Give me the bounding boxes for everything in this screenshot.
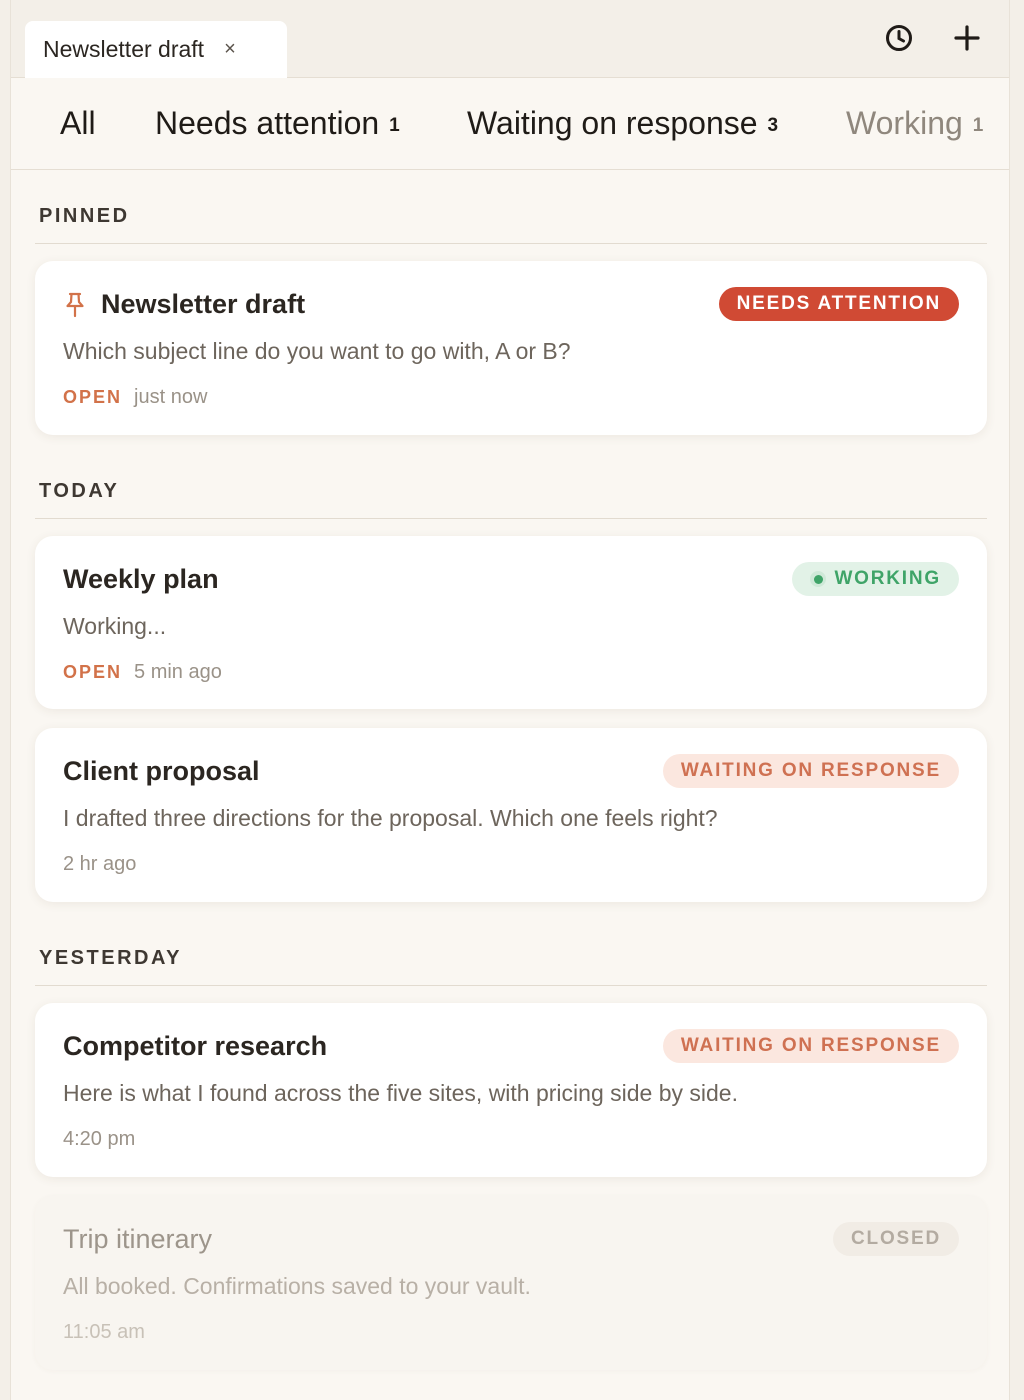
badge-label: WORKING <box>834 568 941 589</box>
section-title-pinned: PINNED <box>39 205 130 227</box>
filter-bar: All Needs attention 1 Waiting on response… <box>11 79 1009 170</box>
card-title-text: Competitor research <box>63 1031 328 1061</box>
card-preview: Here is what I found across the five sit… <box>63 1080 738 1106</box>
card-meta: 11:05 am <box>63 1321 145 1344</box>
open-label: OPEN <box>63 387 123 407</box>
conversation-card-newsletter-draft[interactable]: Newsletter draft NEEDS ATTENTION Which s… <box>35 261 987 435</box>
filter-count: 1 <box>389 115 400 136</box>
tab-label: Newsletter draft <box>43 36 205 62</box>
section-title-yesterday: YESTERDAY <box>39 947 182 969</box>
divider <box>35 518 987 519</box>
status-badge-waiting-on-response: WAITING ON RESPONSE <box>662 754 959 788</box>
filter-count: 3 <box>767 115 779 136</box>
conversation-card-weekly-plan[interactable]: Weekly plan WORKING Working... OPEN 5 min… <box>35 536 987 709</box>
status-badge-waiting-on-response: WAITING ON RESPONSE <box>662 1029 959 1063</box>
section-title-today: TODAY <box>39 480 120 502</box>
card-title-text: Trip itinerary <box>63 1224 213 1254</box>
tab-close-icon[interactable]: × <box>224 38 236 61</box>
status-badge-closed: CLOSED <box>833 1222 959 1256</box>
card-title-text: Client proposal <box>63 756 260 786</box>
pin-icon[interactable] <box>63 291 87 319</box>
clock-icon[interactable] <box>881 20 917 56</box>
timestamp: 4:20 pm <box>63 1128 136 1150</box>
status-badge-working: WORKING <box>792 562 959 596</box>
tab-newsletter-draft[interactable]: Newsletter draft × <box>25 21 287 78</box>
filter-waiting-on-response[interactable]: Waiting on response 3 <box>467 105 778 142</box>
top-bar: Newsletter draft × <box>11 0 1009 78</box>
card-preview: Working... <box>63 613 167 639</box>
card-preview: All booked. Confirmations saved to your … <box>63 1273 531 1299</box>
card-title: Competitor research <box>63 1031 327 1062</box>
filter-working[interactable]: Working 1 <box>846 105 983 142</box>
card-title-text: Weekly plan <box>63 564 219 594</box>
app-window: Newsletter draft × All Needs attention 1 … <box>10 0 1010 1400</box>
divider <box>35 243 987 244</box>
timestamp: 5 min ago <box>134 661 222 683</box>
card-preview: Which subject line do you want to go wit… <box>63 338 571 364</box>
conversation-card-competitor-research[interactable]: Competitor research WAITING ON RESPONSE … <box>35 1003 987 1177</box>
filter-label: All <box>60 105 96 141</box>
filter-all[interactable]: All <box>60 105 96 142</box>
card-title: Newsletter draft <box>63 289 305 320</box>
card-title: Client proposal <box>63 756 260 787</box>
filter-label: Waiting on response <box>467 105 758 141</box>
timestamp: 2 hr ago <box>63 853 137 875</box>
card-title: Weekly plan <box>63 564 219 595</box>
filter-count: 1 <box>972 115 984 136</box>
status-badge-needs-attention: NEEDS ATTENTION <box>718 287 959 321</box>
filter-label: Working <box>846 105 963 141</box>
card-meta: 2 hr ago <box>63 853 136 876</box>
filter-label: Needs attention <box>155 105 380 141</box>
filter-needs-attention[interactable]: Needs attention 1 <box>155 105 400 142</box>
timestamp: just now <box>134 386 208 408</box>
timestamp: 11:05 am <box>63 1321 145 1343</box>
card-title: Trip itinerary <box>63 1224 212 1255</box>
card-meta: OPEN just now <box>63 386 207 409</box>
open-label: OPEN <box>63 662 123 682</box>
card-meta: 4:20 pm <box>63 1128 135 1151</box>
conversation-card-client-proposal[interactable]: Client proposal WAITING ON RESPONSE I dr… <box>35 728 987 902</box>
plus-icon[interactable] <box>949 20 985 56</box>
conversation-card-trip-itinerary[interactable]: Trip itinerary CLOSED All booked. Confir… <box>35 1196 987 1370</box>
card-title-text: Newsletter draft <box>101 289 306 319</box>
card-meta: OPEN 5 min ago <box>63 661 222 684</box>
status-dot-icon <box>810 571 827 587</box>
divider <box>35 985 987 986</box>
card-preview: I drafted three directions for the propo… <box>63 805 718 831</box>
